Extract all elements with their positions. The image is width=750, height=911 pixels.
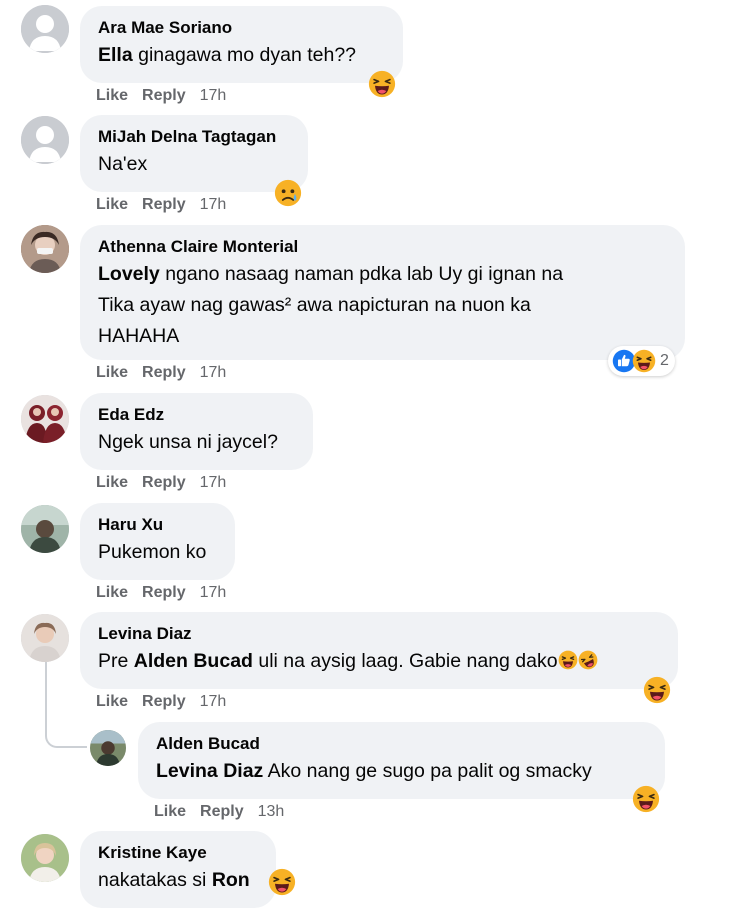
comment-actions: Like Reply 13h — [154, 803, 298, 821]
comment-text: Ngek unsa ni jaycel? — [98, 431, 278, 453]
mention[interactable]: Lovely — [98, 263, 160, 285]
avatar[interactable] — [21, 614, 69, 662]
haha-icon — [632, 349, 656, 373]
reply-button[interactable]: Reply — [142, 474, 186, 492]
timestamp[interactable]: 17h — [200, 87, 227, 105]
like-button[interactable]: Like — [154, 803, 186, 821]
comment-actions: Like Reply 17h — [96, 364, 240, 382]
reply-button[interactable]: Reply — [200, 803, 244, 821]
mention[interactable]: Ella — [98, 44, 133, 66]
comment-author[interactable]: Haru Xu — [98, 515, 217, 535]
comment-actions: Like Reply 17h — [96, 196, 240, 214]
comment-author[interactable]: Ara Mae Soriano — [98, 18, 385, 38]
default-avatar-icon — [21, 116, 69, 164]
rolling-laughing-icon — [578, 650, 598, 670]
comment-text: nakatakas si Ron — [98, 869, 250, 891]
profile-photo-icon — [21, 505, 69, 553]
profile-photo-icon — [21, 834, 69, 882]
like-button[interactable]: Like — [96, 364, 128, 382]
mention[interactable]: Alden Bucad — [134, 650, 253, 672]
timestamp[interactable]: 17h — [200, 196, 227, 214]
comment-bubble: Haru Xu Pukemon ko — [80, 503, 235, 580]
laughing-face-icon — [268, 868, 296, 896]
comment-author[interactable]: Levina Diaz — [98, 624, 660, 644]
timestamp[interactable]: 17h — [200, 584, 227, 602]
reply-button[interactable]: Reply — [142, 693, 186, 711]
timestamp[interactable]: 17h — [200, 474, 227, 492]
crying-face-icon — [274, 179, 302, 207]
reply-button[interactable]: Reply — [142, 364, 186, 382]
profile-photo-icon — [21, 395, 69, 443]
like-button[interactable]: Like — [96, 474, 128, 492]
comment-text: Na'ex — [98, 153, 148, 175]
comment-author[interactable]: Kristine Kaye — [98, 843, 258, 863]
avatar[interactable] — [21, 395, 69, 443]
avatar[interactable] — [90, 730, 126, 766]
comment-bubble: Levina Diaz Pre Alden Bucad uli na aysig… — [80, 612, 678, 689]
comment-author[interactable]: Alden Bucad — [156, 734, 647, 754]
comment-actions: Like Reply 17h — [96, 584, 240, 602]
reply-button[interactable]: Reply — [142, 87, 186, 105]
avatar[interactable] — [21, 505, 69, 553]
comment-thread: Ara Mae Soriano Ella ginagawa mo dyan te… — [0, 0, 750, 911]
like-button[interactable]: Like — [96, 87, 128, 105]
laughing-face-icon — [632, 785, 660, 813]
comment-actions: Like Reply 17h — [96, 693, 240, 711]
like-button[interactable]: Like — [96, 196, 128, 214]
like-button[interactable]: Like — [96, 584, 128, 602]
default-avatar-icon — [21, 5, 69, 53]
avatar[interactable] — [21, 834, 69, 882]
avatar[interactable] — [21, 225, 69, 273]
comment-actions: Like Reply 17h — [96, 474, 240, 492]
comment-bubble: Athenna Claire Monterial Lovely ngano na… — [80, 225, 685, 360]
comment-text: Levina Diaz Ako nang ge sugo pa palit og… — [156, 760, 592, 782]
comment-text: Lovely ngano nasaag naman pdka lab Uy gi… — [98, 263, 564, 347]
laughing-face-icon — [643, 676, 671, 704]
comment-bubble: Ara Mae Soriano Ella ginagawa mo dyan te… — [80, 6, 403, 83]
comment-text: Ella ginagawa mo dyan teh?? — [98, 44, 357, 66]
like-button[interactable]: Like — [96, 693, 128, 711]
timestamp[interactable]: 17h — [200, 693, 227, 711]
comment-bubble: Eda Edz Ngek unsa ni jaycel? — [80, 393, 313, 470]
laughing-face-icon — [558, 650, 578, 670]
reply-connector — [45, 662, 87, 748]
comment-author[interactable]: MiJah Delna Tagtagan — [98, 127, 290, 147]
profile-photo-icon — [21, 614, 69, 662]
comment-text: Pukemon ko — [98, 541, 207, 563]
profile-photo-icon — [21, 225, 69, 273]
reaction-count: 2 — [660, 352, 669, 369]
comment-author[interactable]: Athenna Claire Monterial — [98, 237, 667, 257]
mention[interactable]: Ron — [212, 869, 250, 891]
comment-bubble: Kristine Kaye nakatakas si Ron — [80, 831, 276, 908]
comment-bubble: Alden Bucad Levina Diaz Ako nang ge sugo… — [138, 722, 665, 799]
mention[interactable]: Levina Diaz — [156, 760, 263, 782]
reply-button[interactable]: Reply — [142, 196, 186, 214]
comment-text: Pre Alden Bucad uli na aysig laag. Gabie… — [98, 646, 660, 677]
avatar[interactable] — [21, 116, 69, 164]
comment-actions: Like Reply 17h — [96, 87, 240, 105]
timestamp[interactable]: 13h — [258, 803, 285, 821]
avatar[interactable] — [21, 5, 69, 53]
reply-button[interactable]: Reply — [142, 584, 186, 602]
profile-photo-icon — [90, 730, 126, 766]
reaction-summary[interactable]: 2 — [608, 346, 675, 376]
laughing-face-icon — [368, 70, 396, 98]
timestamp[interactable]: 17h — [200, 364, 227, 382]
comment-author[interactable]: Eda Edz — [98, 405, 295, 425]
